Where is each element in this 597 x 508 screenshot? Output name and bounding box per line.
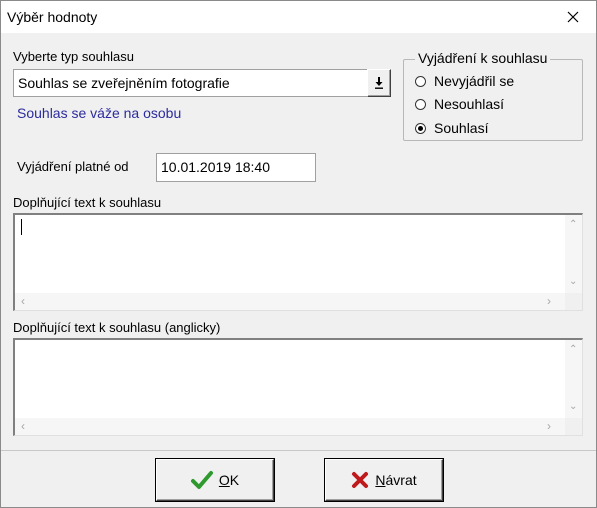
footer-divider	[1, 450, 596, 451]
scroll-left-icon[interactable]: ‹	[21, 295, 25, 307]
radio-not-stated[interactable]: Nevyjádřil se	[415, 71, 514, 91]
window-title: Výběr hodnoty	[7, 9, 98, 25]
title-bar: Výběr hodnoty	[1, 1, 596, 33]
scroll-right-icon[interactable]: ›	[547, 420, 551, 432]
checkmark-icon	[190, 471, 213, 489]
back-button[interactable]: Návrat	[325, 459, 443, 501]
consent-type-value: Souhlas se zveřejněním fotografie	[18, 75, 230, 91]
radio-disagrees[interactable]: Nesouhlasí	[415, 94, 504, 114]
radio-indicator-selected	[415, 122, 426, 134]
radio-indicator	[415, 75, 426, 87]
extra-text-en-area[interactable]: ⌃ ⌄ ‹ ›	[13, 338, 583, 436]
extra-text-area[interactable]: ⌃ ⌄ ‹ ›	[13, 213, 583, 311]
close-icon	[567, 11, 579, 23]
radio-label: Nesouhlasí	[434, 96, 505, 112]
radio-label: Souhlasí	[434, 120, 489, 136]
valid-from-value: 10.01.2019 18:40	[161, 159, 270, 175]
radio-label: Nevyjádřil se	[434, 73, 515, 89]
scrollbar-corner	[565, 293, 582, 310]
scroll-down-icon[interactable]: ⌄	[569, 277, 577, 287]
statement-legend: Vyjádření k souhlasu	[415, 50, 551, 66]
consent-type-combobox[interactable]: Souhlas se zveřejněním fotografie	[13, 69, 391, 97]
scroll-up-icon[interactable]: ⌃	[569, 220, 577, 230]
radio-agrees[interactable]: Souhlasí	[415, 118, 488, 138]
horizontal-scrollbar[interactable]: ‹ ›	[15, 293, 566, 310]
text-caret	[21, 219, 22, 235]
scroll-right-icon[interactable]: ›	[547, 295, 551, 307]
valid-from-label: Vyjádření platné od	[17, 159, 129, 174]
valid-from-input[interactable]: 10.01.2019 18:40	[156, 153, 316, 182]
vertical-scrollbar[interactable]: ⌃ ⌄	[565, 340, 582, 418]
consent-type-dropdown-button[interactable]	[367, 69, 391, 97]
consent-type-label: Vyberte typ souhlasu	[13, 49, 134, 64]
close-button[interactable]	[550, 1, 596, 33]
ok-button-label: OK	[218, 472, 240, 488]
ok-button[interactable]: OK	[156, 459, 274, 501]
scrollbar-corner	[565, 418, 582, 435]
scroll-left-icon[interactable]: ‹	[21, 420, 25, 432]
back-button-label: Návrat	[375, 472, 417, 488]
horizontal-scrollbar[interactable]: ‹ ›	[15, 418, 566, 435]
radio-indicator	[415, 98, 426, 110]
scroll-up-icon[interactable]: ⌃	[569, 345, 577, 355]
down-arrow-icon	[375, 77, 383, 89]
dialog-window: Výběr hodnoty Vyberte typ souhlasu Souhl…	[0, 0, 597, 508]
red-x-icon	[352, 472, 369, 488]
extra-text-label: Doplňující text k souhlasu	[13, 195, 162, 210]
extra-text-en-label: Doplňující text k souhlasu (anglicky)	[13, 320, 221, 335]
vertical-scrollbar[interactable]: ⌃ ⌄	[565, 215, 582, 293]
consent-link-note: Souhlas se váže na osobu	[17, 105, 182, 121]
scroll-down-icon[interactable]: ⌄	[569, 402, 577, 412]
